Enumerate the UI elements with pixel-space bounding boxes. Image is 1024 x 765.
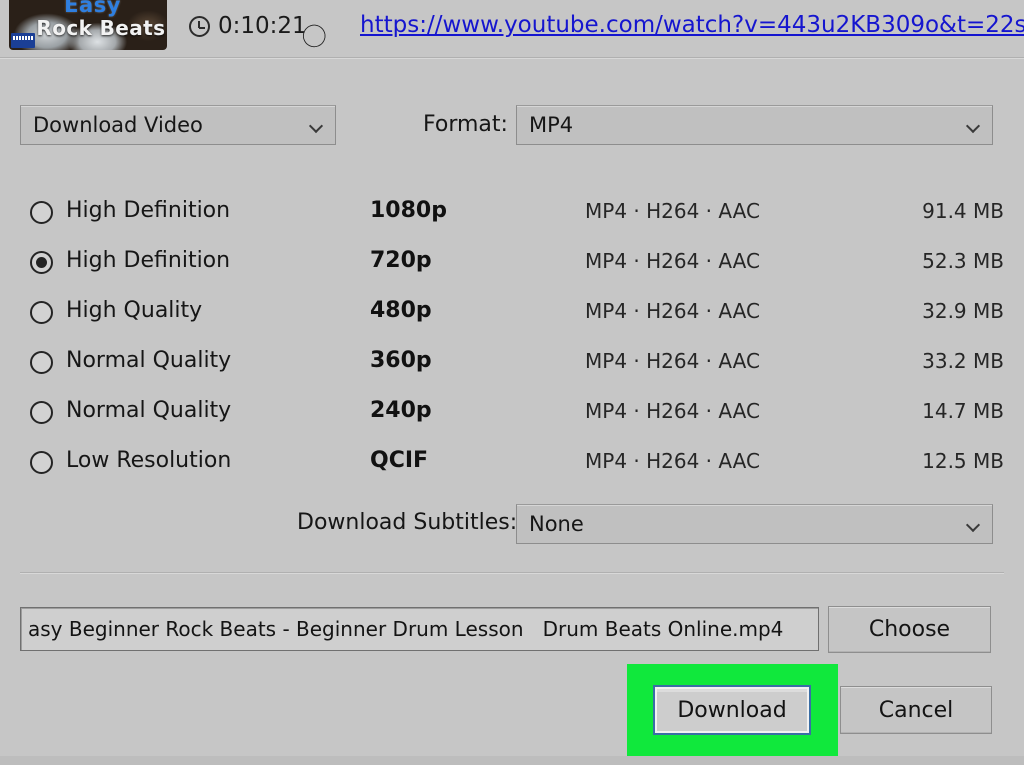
format-value: MP4	[517, 113, 573, 137]
chevron-down-icon	[968, 121, 979, 132]
quality-resolution: 480p	[370, 298, 432, 323]
cancel-button-label: Cancel	[879, 698, 954, 723]
thumbnail-title-line1: Easy	[64, 0, 121, 17]
quality-radio-480p[interactable]	[30, 301, 53, 324]
cancel-button[interactable]: Cancel	[840, 686, 992, 734]
quality-filesize: 32.9 MB	[922, 299, 1004, 323]
download-button-label: Download	[677, 698, 786, 723]
clock-icon	[189, 16, 210, 37]
quality-name: Normal Quality	[66, 398, 231, 423]
quality-name: Low Resolution	[66, 448, 231, 473]
quality-resolution: 1080p	[370, 198, 447, 223]
quality-resolution: 360p	[370, 348, 432, 373]
subtitles-select[interactable]: None	[516, 504, 993, 544]
quality-codec: MP4 · H264 · AAC	[585, 249, 760, 273]
quality-option-row[interactable]: Normal Quality 240p MP4 · H264 · AAC 14.7 M…	[0, 390, 1024, 440]
choose-button-label: Choose	[869, 617, 950, 642]
quality-resolution: 720p	[370, 248, 432, 273]
quality-name: High Quality	[66, 298, 202, 323]
download-subtitles-label: Download Subtitles:	[297, 510, 517, 535]
quality-name: High Definition	[66, 198, 230, 223]
download-mode-value: Download Video	[21, 113, 203, 137]
quality-option-row[interactable]: Normal Quality 360p MP4 · H264 · AAC 33.2 M…	[0, 340, 1024, 390]
window-bottom-strip	[0, 756, 1024, 765]
chevron-down-icon	[311, 121, 322, 132]
quality-option-row[interactable]: High Definition 1080p MP4 · H264 · AAC 91.4…	[0, 190, 1024, 240]
video-duration: 0:10:21	[218, 13, 307, 39]
section-separator	[20, 572, 1004, 574]
video-info-header: Easy Rock Beats 0:10:21 ⃝⃝ https://www.y…	[0, 0, 1024, 57]
format-label: Format:	[423, 112, 508, 137]
quality-radio-360p[interactable]	[30, 351, 53, 374]
quality-codec: MP4 · H264 · AAC	[585, 299, 760, 323]
quality-filesize: 33.2 MB	[922, 349, 1004, 373]
filename-input[interactable]	[20, 607, 819, 651]
quality-radio-240p[interactable]	[30, 401, 53, 424]
quality-option-row[interactable]: High Definition 720p MP4 · H264 · AAC 52.3 …	[0, 240, 1024, 290]
quality-radio-1080p[interactable]	[30, 201, 53, 224]
video-thumbnail: Easy Rock Beats	[9, 0, 167, 50]
link-icon: ⃝⃝	[319, 14, 331, 47]
quality-filesize: 14.7 MB	[922, 399, 1004, 423]
thumbnail-title-line2: Rock Beats	[36, 16, 165, 40]
quality-name: Normal Quality	[66, 348, 231, 373]
download-button[interactable]: Download	[653, 685, 811, 735]
quality-resolution: 240p	[370, 398, 432, 423]
quality-filesize: 12.5 MB	[922, 449, 1004, 473]
video-url-link[interactable]: https://www.youtube.com/watch?v=443u2KB3…	[360, 12, 1024, 38]
quality-radio-qcif[interactable]	[30, 451, 53, 474]
subtitles-value: None	[517, 512, 584, 536]
quality-name: High Definition	[66, 248, 230, 273]
quality-radio-720p[interactable]	[30, 251, 53, 274]
thumbnail-logo-badge-icon	[11, 33, 35, 48]
format-select[interactable]: MP4	[516, 105, 993, 145]
quality-option-row[interactable]: High Quality 480p MP4 · H264 · AAC 32.9 MB	[0, 290, 1024, 340]
quality-option-row[interactable]: Low Resolution QCIF MP4 · H264 · AAC 12.5 M…	[0, 440, 1024, 490]
choose-button[interactable]: Choose	[828, 606, 991, 653]
quality-codec: MP4 · H264 · AAC	[585, 199, 760, 223]
quality-codec: MP4 · H264 · AAC	[585, 399, 760, 423]
quality-codec: MP4 · H264 · AAC	[585, 449, 760, 473]
download-mode-select[interactable]: Download Video	[20, 105, 336, 145]
quality-filesize: 91.4 MB	[922, 199, 1004, 223]
quality-codec: MP4 · H264 · AAC	[585, 349, 760, 373]
quality-options-list: High Definition 1080p MP4 · H264 · AAC 91.4…	[0, 190, 1024, 490]
chevron-down-icon	[968, 520, 979, 531]
header-separator	[0, 57, 1024, 59]
quality-resolution: QCIF	[370, 448, 428, 473]
quality-filesize: 52.3 MB	[922, 249, 1004, 273]
